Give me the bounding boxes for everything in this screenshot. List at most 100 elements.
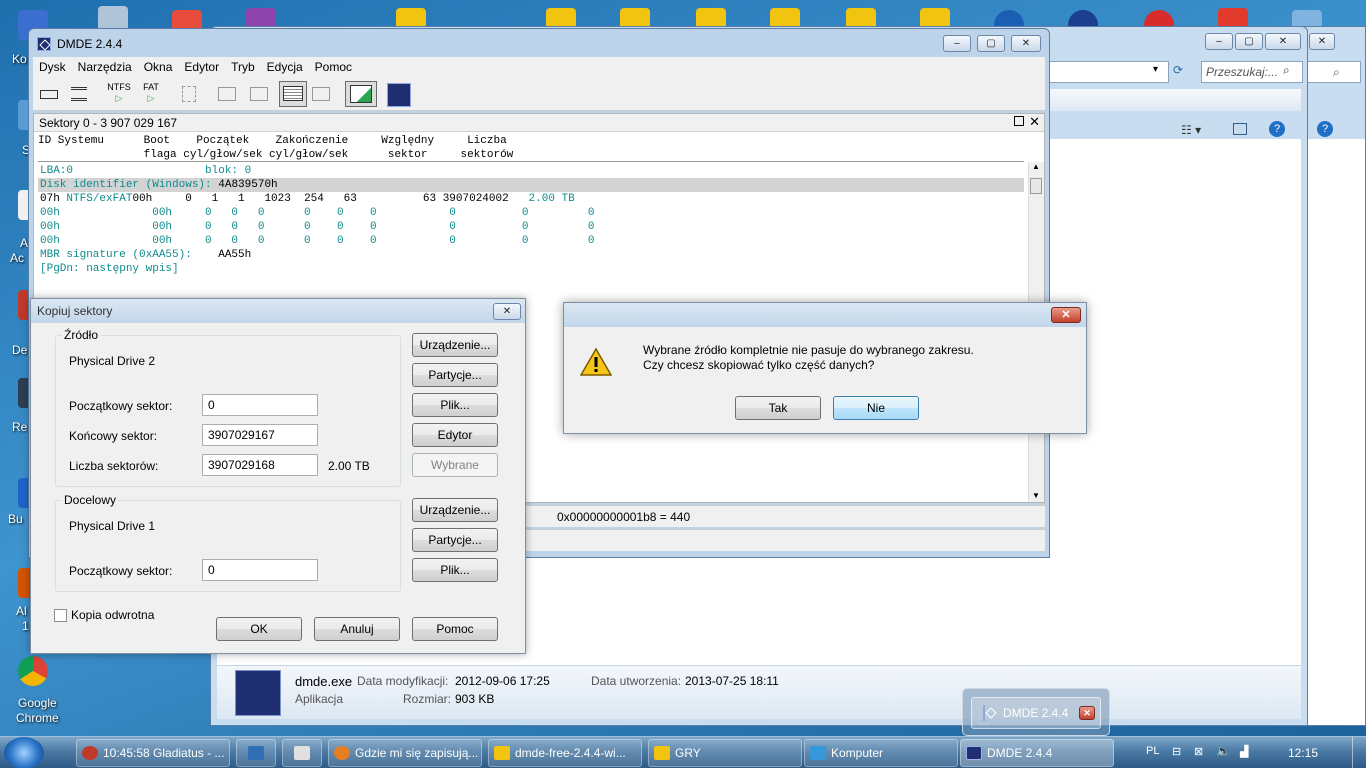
tray-icon[interactable]: ⊠ [1194, 745, 1203, 758]
reverse-copy-label[interactable]: Kopia odwrotna [71, 608, 154, 622]
view-options-icon[interactable]: ☷ ▾ [1181, 123, 1201, 137]
close-icon[interactable]: ✕ [1029, 114, 1040, 130]
ok-button[interactable]: OK [216, 617, 302, 641]
dialog-title-bar[interactable] [564, 303, 1086, 327]
refresh-icon[interactable]: ⟳ [1173, 63, 1183, 77]
drive-icon[interactable] [37, 81, 61, 107]
dialog-title-bar[interactable]: Kopiuj sektory [31, 299, 525, 323]
taskbar-item-firefox[interactable]: Gdzie mi się zapisują... [328, 739, 482, 767]
dmde-app-icon [235, 670, 281, 716]
folder-icon [494, 746, 510, 760]
menu-pomoc[interactable]: Pomoc [309, 60, 358, 74]
menu-narzedzia[interactable]: Narzędzia [72, 60, 138, 74]
close-button[interactable]: ✕ [1051, 307, 1081, 323]
help-icon[interactable]: ? [1317, 121, 1333, 137]
language-indicator[interactable]: PL [1146, 745, 1159, 757]
close-icon[interactable]: ✕ [1309, 33, 1335, 50]
target-start-input[interactable]: 0 [202, 559, 318, 581]
scroll-down-icon[interactable]: ▼ [1032, 491, 1040, 500]
address-bar[interactable] [1045, 61, 1169, 83]
table-row[interactable]: 00h 00h 0 0 0 0 0 0 0 0 0 [40, 220, 595, 234]
taskbar-item-gladiatus[interactable]: 10:45:58 Gladiatus - ... [76, 739, 230, 767]
menu-okna[interactable]: Okna [138, 60, 179, 74]
taskbar-item-app[interactable] [236, 739, 276, 767]
table-row[interactable]: 00h 00h 0 0 0 0 0 0 0 0 0 [40, 234, 595, 248]
end-sector-input[interactable]: 3907029167 [202, 424, 318, 446]
source-device-button[interactable]: Urządzenie... [412, 333, 498, 357]
new-icon[interactable] [177, 81, 201, 107]
target-partitions-button[interactable]: Partycje... [412, 528, 498, 552]
menu-tryb[interactable]: Tryb [225, 60, 261, 74]
toolbar: NTFS ▷ FAT ▷ [33, 77, 1045, 111]
play-icon: ▷ [147, 93, 155, 103]
fat-button[interactable]: FAT ▷ [137, 81, 165, 107]
maximize-button[interactable]: ▢ [977, 35, 1005, 52]
clock[interactable]: 12:15 [1288, 746, 1318, 760]
menu-dysk[interactable]: Dysk [33, 60, 72, 74]
minimize-button[interactable]: – [943, 35, 971, 52]
search-icon[interactable]: ⌕ [1333, 65, 1340, 80]
show-desktop-button[interactable] [1352, 737, 1366, 768]
maximize-panel-icon[interactable] [1014, 116, 1024, 126]
target-drive: Physical Drive 1 [69, 519, 156, 533]
title-bar[interactable]: DMDE 2.4.4 [29, 29, 1049, 59]
source-file-button[interactable]: Plik... [412, 393, 498, 417]
taskbar-item-dmde[interactable]: DMDE 2.4.4 [960, 739, 1114, 767]
no-button[interactable]: Nie [833, 396, 919, 420]
modified-value: 2012-09-06 17:25 [455, 674, 550, 688]
table-view-icon[interactable] [279, 81, 307, 107]
tree-icon[interactable] [215, 81, 239, 107]
mbr-label: MBR signature (0xAA55): [40, 249, 192, 261]
table-row[interactable]: 00h 00h 0 0 0 0 0 0 0 0 0 [40, 206, 595, 220]
size-label: Rozmiar: [403, 692, 452, 706]
preview-pane-icon[interactable] [1233, 123, 1247, 135]
table-row[interactable]: 07h NTFS/exFAT00h 0 1 1 1023 254 63 63 3… [40, 192, 575, 206]
editor-button[interactable]: Edytor [412, 423, 498, 447]
sector-count-input[interactable]: 3907029168 [202, 454, 318, 476]
taskbar-item-gry[interactable]: GRY [648, 739, 802, 767]
dmde-logo-icon[interactable] [385, 81, 413, 107]
mbr-value: AA55h [218, 249, 252, 261]
close-button[interactable]: ✕ [1011, 35, 1041, 52]
start-sector-input[interactable]: 0 [202, 394, 318, 416]
selected-button[interactable]: Wybrane [412, 453, 498, 477]
ntfs-button[interactable]: NTFS ▷ [105, 81, 133, 107]
cancel-button[interactable]: Anuluj [314, 617, 400, 641]
find-icon[interactable] [309, 81, 333, 107]
taskbar-item-komputer[interactable]: Komputer [804, 739, 958, 767]
chrome-icon[interactable] [18, 656, 48, 686]
help-button[interactable]: Pomoc [412, 617, 498, 641]
help-icon[interactable]: ? [1269, 121, 1285, 137]
copy-sectors-icon[interactable] [345, 81, 377, 107]
list-icon[interactable] [247, 81, 271, 107]
tray-icon[interactable]: ⊟ [1172, 745, 1181, 758]
target-device-button[interactable]: Urządzenie... [412, 498, 498, 522]
close-button[interactable]: ✕ [493, 303, 521, 320]
close-button[interactable]: ✕ [1265, 33, 1301, 50]
taskbar-item-dmde-folder[interactable]: dmde-free-2.4.4-wi... [488, 739, 642, 767]
network-icon[interactable]: ▟ [1240, 745, 1248, 758]
start-button[interactable] [4, 737, 44, 768]
chevron-down-icon[interactable]: ▾ [1153, 64, 1158, 75]
minimize-button[interactable]: – [1205, 33, 1233, 50]
scroll-thumb[interactable] [1030, 178, 1042, 194]
reverse-copy-checkbox[interactable] [54, 609, 67, 622]
taskbar-item-calculator[interactable] [282, 739, 322, 767]
yes-button[interactable]: Tak [735, 396, 821, 420]
menu-edytor[interactable]: Edytor [178, 60, 225, 74]
part-size: 2.00 TB [528, 193, 575, 205]
volume-icon[interactable]: 🔈 [1216, 744, 1231, 758]
source-partitions-button[interactable]: Partycje... [412, 363, 498, 387]
partitions-icon[interactable] [67, 81, 91, 107]
offset-value: 0x00000000001b8 = 440 [557, 510, 691, 524]
taskbar-preview[interactable]: DMDE 2.4.4 ✕ [962, 688, 1110, 736]
scroll-up-icon[interactable]: ▲ [1032, 162, 1040, 171]
close-icon[interactable]: ✕ [1079, 706, 1095, 720]
pgdn-hint[interactable]: [PgDn: następny wpis] [40, 262, 179, 276]
menu-edycja[interactable]: Edycja [261, 60, 309, 74]
target-file-button[interactable]: Plik... [412, 558, 498, 582]
size-value: 903 KB [455, 692, 495, 706]
search-icon[interactable]: ⌕ [1283, 63, 1290, 78]
file-name: dmde.exe [295, 674, 353, 689]
maximize-button[interactable]: ▢ [1235, 33, 1263, 50]
